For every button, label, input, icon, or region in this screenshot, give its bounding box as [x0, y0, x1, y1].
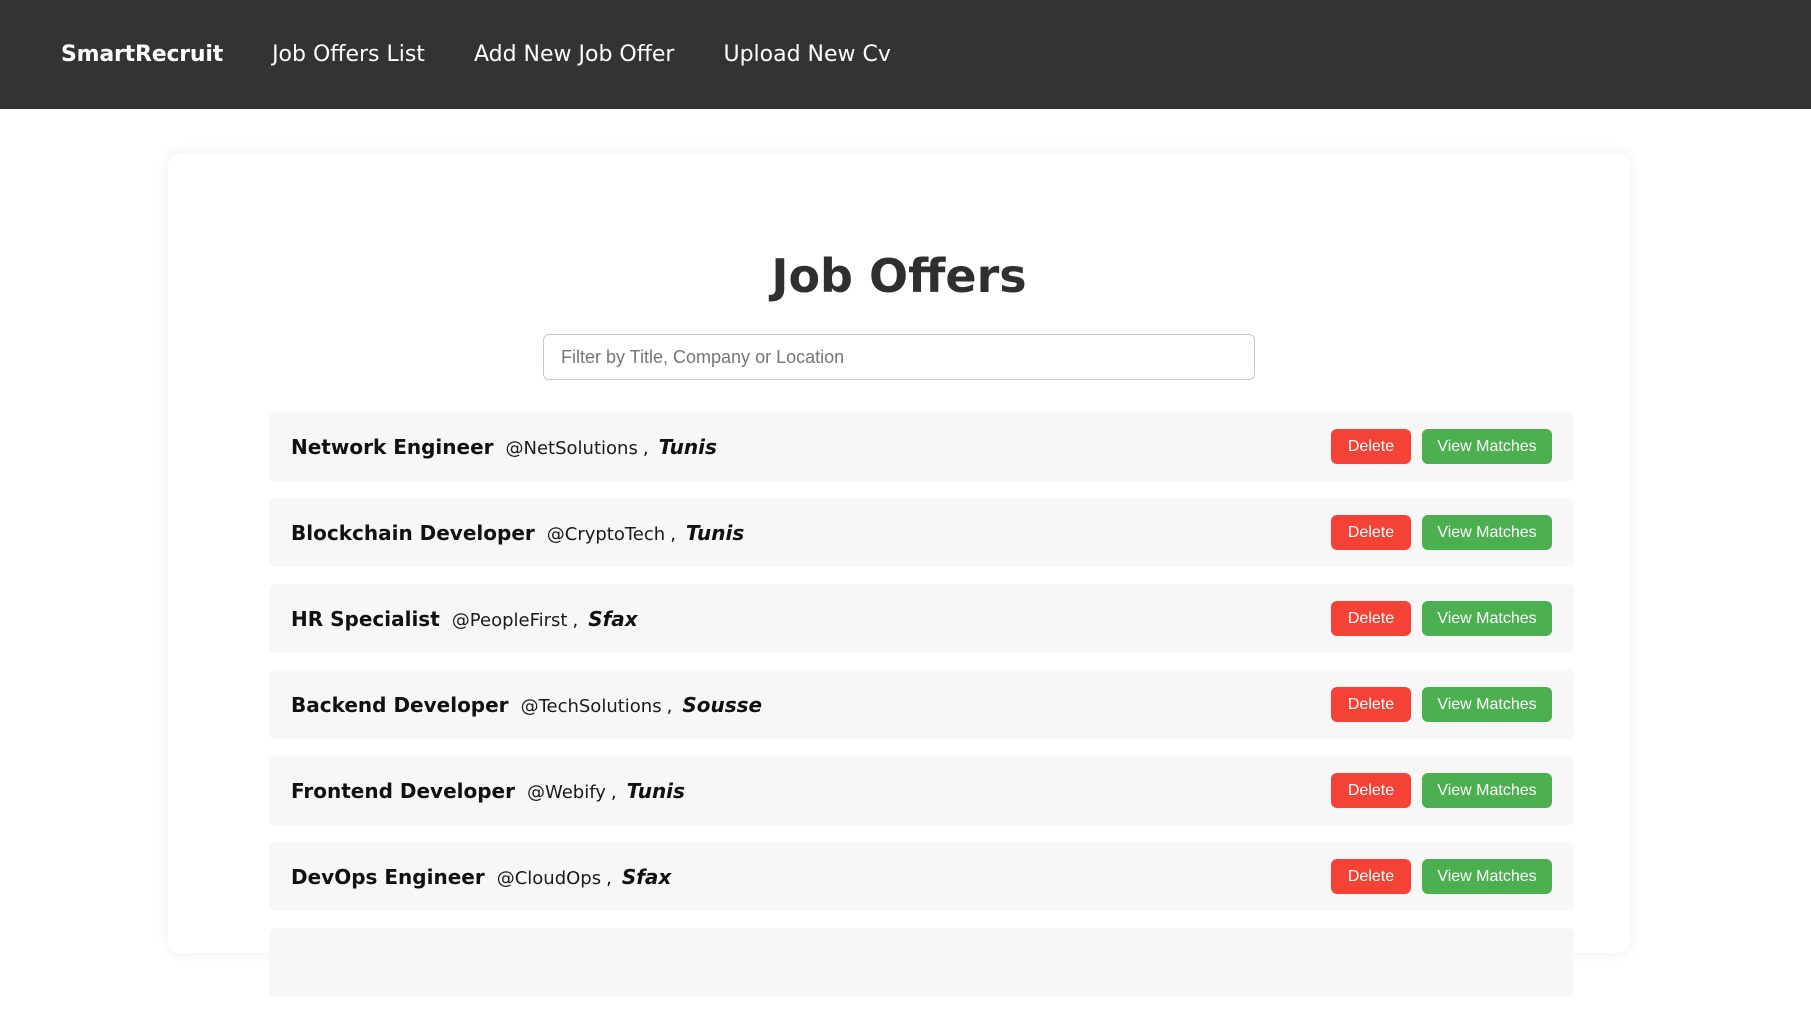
job-offer-info: DevOps Engineer @CloudOps , Sfax: [291, 865, 1331, 889]
job-offer-row-partial: [269, 928, 1574, 997]
job-offer-row: Frontend Developer @Webify , Tunis Delet…: [269, 756, 1574, 825]
job-offer-separator: ,: [610, 781, 617, 803]
job-offer-title: Backend Developer: [291, 692, 509, 717]
job-offer-separator: ,: [666, 695, 673, 717]
top-navbar: SmartRecruit Job Offers List Add New Job…: [0, 0, 1811, 109]
job-offer-location: Sfax: [588, 606, 638, 631]
job-offer-location: Tunis: [685, 520, 745, 545]
view-matches-button[interactable]: View Matches: [1422, 859, 1552, 894]
job-offer-info: Frontend Developer @Webify , Tunis: [291, 779, 1331, 803]
job-offer-row: Backend Developer @TechSolutions , Souss…: [269, 670, 1574, 739]
page-title: Job Offers: [771, 249, 1027, 303]
nav-link-add-new-job-offer[interactable]: Add New Job Offer: [474, 42, 675, 67]
job-offer-location: Sousse: [682, 692, 763, 717]
view-matches-button[interactable]: View Matches: [1422, 687, 1552, 722]
job-offer-title: Blockchain Developer: [291, 520, 535, 545]
delete-button[interactable]: Delete: [1331, 601, 1411, 636]
filter-search-input[interactable]: [543, 334, 1255, 380]
job-offer-separator: ,: [606, 867, 612, 889]
delete-button[interactable]: Delete: [1331, 515, 1411, 550]
job-offer-location: Sfax: [621, 864, 672, 889]
job-offer-company: @NetSolutions: [505, 437, 638, 459]
job-offer-location: Tunis: [658, 434, 717, 459]
delete-button[interactable]: Delete: [1331, 773, 1411, 808]
view-matches-button[interactable]: View Matches: [1422, 429, 1552, 464]
job-offer-title: Network Engineer: [291, 434, 494, 459]
job-offer-title: HR Specialist: [291, 606, 440, 631]
job-offer-info: Backend Developer @TechSolutions , Souss…: [291, 693, 1331, 717]
job-offer-row: HR Specialist @PeopleFirst , Sfax Delete…: [269, 584, 1574, 653]
job-offer-company: @PeopleFirst: [451, 609, 568, 631]
nav-link-job-offers-list[interactable]: Job Offers List: [272, 42, 425, 67]
job-offer-company: @TechSolutions: [520, 695, 662, 717]
job-offer-company: @CloudOps: [496, 867, 602, 889]
job-offer-info: Network Engineer @NetSolutions , Tunis: [291, 435, 1331, 459]
job-offer-company: @Webify: [526, 781, 606, 803]
job-offer-location: Tunis: [626, 778, 685, 803]
job-offer-row: Network Engineer @NetSolutions , Tunis D…: [269, 412, 1574, 481]
delete-button[interactable]: Delete: [1331, 687, 1411, 722]
job-offer-row: DevOps Engineer @CloudOps , Sfax Delete …: [269, 842, 1574, 911]
delete-button[interactable]: Delete: [1331, 859, 1411, 894]
delete-button[interactable]: Delete: [1331, 429, 1411, 464]
job-offers-list: Network Engineer @NetSolutions , Tunis D…: [269, 412, 1574, 1014]
view-matches-button[interactable]: View Matches: [1422, 601, 1552, 636]
job-offers-card: Job Offers Network Engineer @NetSolution…: [168, 153, 1630, 997]
brand-logo[interactable]: SmartRecruit: [61, 42, 223, 67]
view-matches-button[interactable]: View Matches: [1422, 773, 1552, 808]
job-offer-info: HR Specialist @PeopleFirst , Sfax: [291, 607, 1331, 631]
job-offer-title: Frontend Developer: [291, 778, 515, 803]
job-offer-info: Blockchain Developer @CryptoTech , Tunis: [291, 521, 1331, 545]
job-offer-separator: ,: [670, 523, 676, 545]
job-offer-company: @CryptoTech: [546, 523, 666, 545]
job-offer-row: Blockchain Developer @CryptoTech , Tunis…: [269, 498, 1574, 567]
view-matches-button[interactable]: View Matches: [1422, 515, 1552, 550]
job-offer-title: DevOps Engineer: [291, 864, 485, 889]
nav-link-upload-new-cv[interactable]: Upload New Cv: [723, 42, 890, 67]
job-offer-separator: ,: [642, 437, 649, 459]
job-offer-separator: ,: [572, 609, 579, 631]
